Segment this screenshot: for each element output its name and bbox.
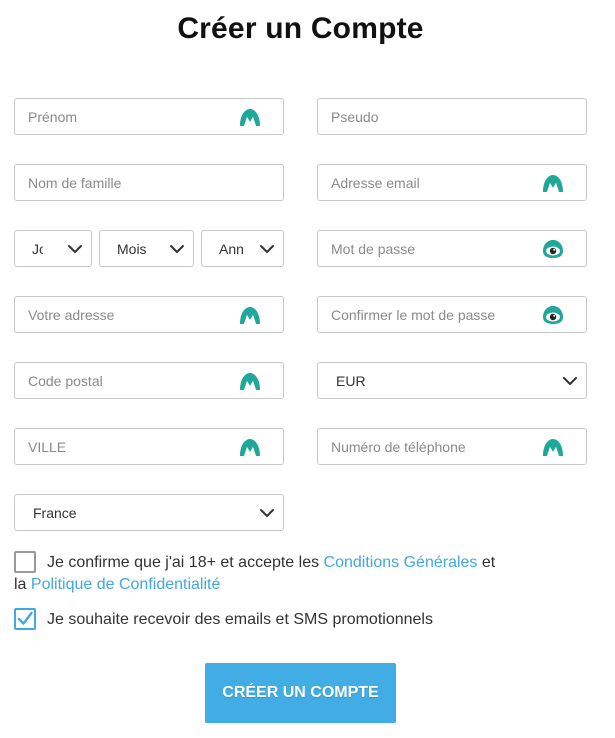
- city-field[interactable]: VILLE: [14, 428, 284, 465]
- pseudo-placeholder: Pseudo: [331, 108, 379, 125]
- confirm-password-placeholder: Confirmer le mot de passe: [331, 306, 496, 323]
- chevron-down-icon: [259, 506, 275, 520]
- chevron-down-icon: [67, 242, 83, 256]
- phone-field[interactable]: Numéro de téléphone: [317, 428, 587, 465]
- month-select-value: Mois: [117, 240, 147, 257]
- year-select-value: Année: [219, 240, 243, 257]
- phone-placeholder: Numéro de téléphone: [331, 438, 466, 455]
- city-placeholder: VILLE: [28, 438, 67, 455]
- address-field[interactable]: Votre adresse: [14, 296, 284, 333]
- mountain-icon: [239, 371, 261, 391]
- eye-icon[interactable]: [542, 239, 564, 259]
- email-field[interactable]: Adresse email: [317, 164, 587, 201]
- month-select[interactable]: Mois: [99, 230, 194, 267]
- country-select-value: France: [33, 504, 77, 521]
- currency-select[interactable]: EUR: [317, 362, 587, 399]
- postal-code-field[interactable]: Code postal: [14, 362, 284, 399]
- first-name-field[interactable]: Prénom: [14, 98, 284, 135]
- create-account-button[interactable]: CRÉER UN COMPTE: [205, 663, 396, 723]
- terms-text-line1: Je confirme que j'ai 18+ et accepte les …: [47, 552, 495, 574]
- password-field[interactable]: Mot de passe: [317, 230, 587, 267]
- promo-checkbox[interactable]: [14, 608, 36, 630]
- privacy-policy-link[interactable]: Politique de Confidentialité: [31, 576, 220, 593]
- terms-checkbox[interactable]: [14, 551, 36, 573]
- country-select[interactable]: France: [14, 494, 284, 531]
- promo-text: Je souhaite recevoir des emails et SMS p…: [47, 611, 433, 628]
- terms-text-line2: la Politique de Confidentialité: [14, 574, 220, 596]
- confirm-password-field[interactable]: Confirmer le mot de passe: [317, 296, 587, 333]
- pseudo-field[interactable]: Pseudo: [317, 98, 587, 135]
- conditions-link[interactable]: Conditions Générales: [324, 554, 478, 571]
- terms-text-prefix: la: [14, 576, 31, 593]
- email-placeholder: Adresse email: [331, 174, 420, 191]
- mountain-icon: [239, 305, 261, 325]
- chevron-down-icon: [259, 242, 275, 256]
- password-placeholder: Mot de passe: [331, 240, 416, 257]
- chevron-down-icon: [562, 374, 578, 388]
- terms-text-middle: et: [477, 554, 496, 571]
- day-select[interactable]: Jour: [14, 230, 92, 267]
- mountain-icon: [542, 173, 564, 193]
- first-name-placeholder: Prénom: [28, 108, 78, 125]
- year-select[interactable]: Année: [201, 230, 284, 267]
- last-name-field[interactable]: Nom de famille: [14, 164, 284, 201]
- currency-select-value: EUR: [336, 372, 366, 389]
- mountain-icon: [542, 437, 564, 457]
- page-title: Créer un Compte: [177, 12, 424, 45]
- last-name-placeholder: Nom de famille: [28, 174, 122, 191]
- chevron-down-icon: [169, 242, 185, 256]
- day-select-value: Jour: [32, 240, 43, 257]
- postal-code-placeholder: Code postal: [28, 372, 103, 389]
- terms-text-before: Je confirme que j'ai 18+ et accepte les: [47, 554, 324, 571]
- mountain-icon: [239, 107, 261, 127]
- checkmark-icon: [17, 611, 33, 625]
- mountain-icon: [239, 437, 261, 457]
- address-placeholder: Votre adresse: [28, 306, 115, 323]
- eye-icon[interactable]: [542, 305, 564, 325]
